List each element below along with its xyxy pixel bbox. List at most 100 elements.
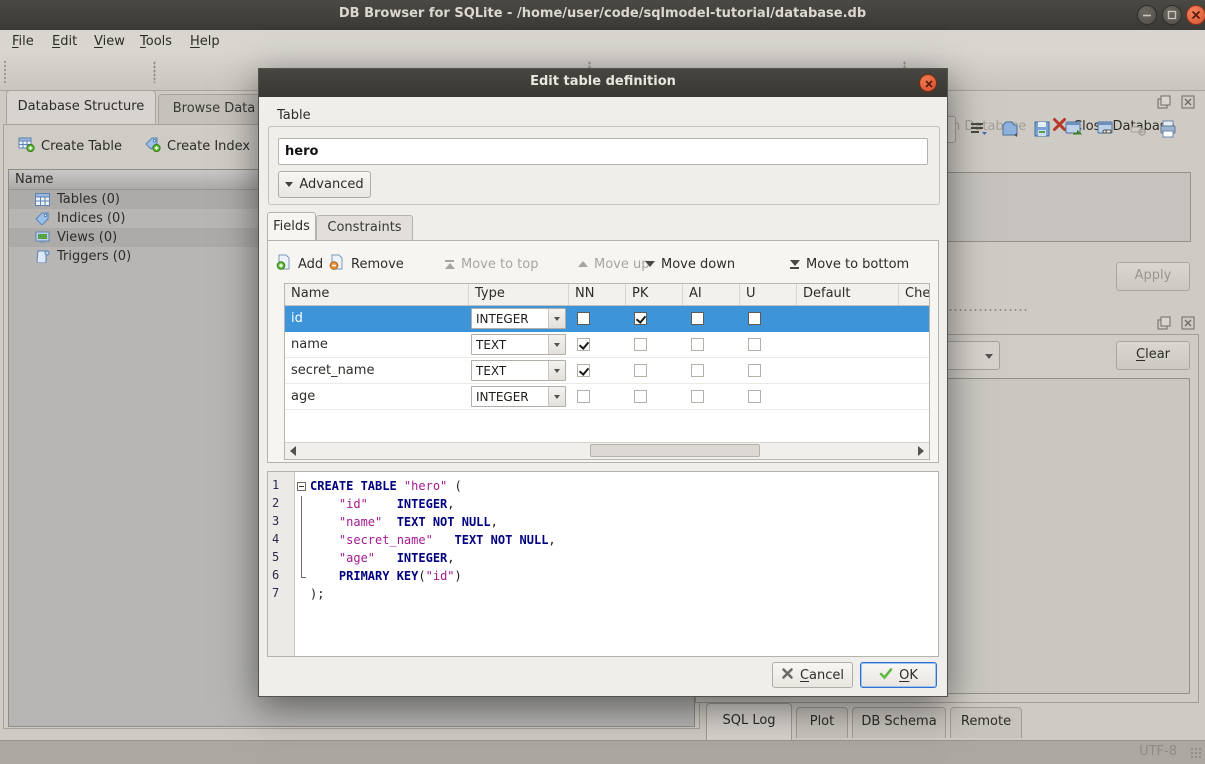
scroll-right-icon[interactable] — [918, 446, 924, 456]
ai-checkbox[interactable] — [691, 338, 704, 351]
table-name-input[interactable] — [278, 138, 928, 165]
dock-float-icon[interactable] — [1157, 316, 1171, 330]
pk-checkbox[interactable] — [634, 390, 647, 403]
ai-checkbox[interactable] — [691, 312, 704, 325]
fold-collapse-icon[interactable] — [297, 482, 306, 491]
export-icon[interactable] — [1064, 119, 1084, 139]
default-cell[interactable] — [797, 306, 899, 331]
chevron-down-icon[interactable] — [548, 309, 565, 328]
tab-constraints[interactable]: Constraints — [316, 215, 413, 241]
field-name-cell[interactable]: name — [285, 332, 469, 357]
check-cell[interactable] — [899, 358, 930, 383]
field-row-secret_name[interactable]: secret_nameTEXT — [285, 358, 929, 384]
horizontal-scrollbar[interactable] — [285, 442, 929, 459]
bottom-tab-db-schema[interactable]: DB Schema — [852, 707, 946, 738]
pk-checkbox[interactable] — [634, 312, 647, 325]
bottom-tab-sql-log[interactable]: SQL Log — [706, 703, 792, 740]
add-field-button[interactable]: Add — [276, 251, 323, 277]
u-checkbox[interactable] — [748, 338, 761, 351]
menu-help[interactable]: Help — [186, 33, 224, 50]
column-header-ai[interactable]: AI — [683, 284, 740, 305]
null-icon[interactable] — [1128, 119, 1148, 139]
cancel-button[interactable]: Cancel — [772, 662, 853, 688]
bottom-tab-remote[interactable]: Remote — [950, 707, 1022, 738]
move-to-bottom-button[interactable]: Move to bottom — [789, 251, 909, 277]
bottom-tab-plot[interactable]: Plot — [796, 707, 848, 738]
column-header-nn[interactable]: NN — [569, 284, 626, 305]
dock-close-icon[interactable] — [1181, 95, 1195, 109]
column-header-type[interactable]: Type — [469, 284, 569, 305]
dock-splitter-handle[interactable] — [948, 308, 1028, 312]
tab-fields[interactable]: Fields — [267, 212, 316, 241]
type-combobox[interactable]: INTEGER — [471, 308, 566, 329]
print-icon[interactable] — [1158, 119, 1178, 139]
tab-database-structure[interactable]: Database Structure — [6, 90, 156, 124]
check-cell[interactable] — [899, 332, 930, 357]
nn-checkbox[interactable] — [577, 364, 590, 377]
field-name-cell[interactable]: secret_name — [285, 358, 469, 383]
menu-edit[interactable]: Edit — [48, 33, 81, 50]
toolbar-drag-handle[interactable] — [3, 60, 8, 84]
menu-tools[interactable]: Tools — [136, 33, 176, 50]
save-icon[interactable] — [1032, 119, 1052, 139]
link-icon[interactable] — [1096, 119, 1116, 139]
column-header-default[interactable]: Default — [797, 284, 899, 305]
apply-button[interactable]: Apply — [1116, 262, 1190, 291]
field-row-age[interactable]: ageINTEGER — [285, 384, 929, 410]
field-row-name[interactable]: nameTEXT — [285, 332, 929, 358]
move-to-top-button[interactable]: Move to top — [444, 251, 538, 277]
move-up-button[interactable]: Move up — [577, 251, 650, 277]
scroll-left-icon[interactable] — [290, 446, 296, 456]
check-cell[interactable] — [899, 384, 930, 409]
advanced-button[interactable]: Advanced — [278, 171, 371, 198]
sql-preview-editor[interactable]: 1CREATE TABLE "hero" (2 "id" INTEGER,3 "… — [267, 471, 939, 657]
minimize-icon[interactable] — [1137, 5, 1157, 25]
pk-checkbox[interactable] — [634, 338, 647, 351]
column-header-u[interactable]: U — [740, 284, 797, 305]
field-name-cell[interactable]: age — [285, 384, 469, 409]
default-cell[interactable] — [797, 358, 899, 383]
dock-close-icon[interactable] — [1181, 316, 1195, 330]
nn-checkbox[interactable] — [577, 390, 590, 403]
dialog-close-icon[interactable] — [919, 74, 937, 92]
dialog-titlebar[interactable]: Edit table definition — [259, 69, 947, 97]
import-icon[interactable] — [1000, 119, 1020, 139]
menu-view[interactable]: View — [90, 33, 129, 50]
field-row-id[interactable]: idINTEGER — [285, 306, 929, 332]
chevron-down-icon[interactable] — [548, 335, 565, 354]
nn-checkbox[interactable] — [577, 312, 590, 325]
column-header-check[interactable]: Check — [899, 284, 930, 305]
default-cell[interactable] — [797, 384, 899, 409]
maximize-icon[interactable] — [1162, 5, 1182, 25]
ai-checkbox[interactable] — [691, 364, 704, 377]
create-index-button[interactable]: Create Index — [144, 133, 250, 159]
default-cell[interactable] — [797, 332, 899, 357]
type-combobox[interactable]: TEXT — [471, 360, 566, 381]
dock-float-icon[interactable] — [1157, 95, 1171, 109]
menu-file[interactable]: File — [8, 33, 38, 50]
check-cell[interactable] — [899, 306, 930, 331]
resize-grip[interactable] — [1190, 747, 1202, 759]
word-wrap-icon[interactable] — [969, 119, 989, 139]
ok-button[interactable]: OK — [860, 662, 937, 688]
create-table-button[interactable]: Create Table — [18, 133, 122, 159]
type-combobox[interactable]: TEXT — [471, 334, 566, 355]
column-header-name[interactable]: Name — [285, 284, 469, 305]
ai-checkbox[interactable] — [691, 390, 704, 403]
pk-checkbox[interactable] — [634, 364, 647, 377]
u-checkbox[interactable] — [748, 390, 761, 403]
remove-field-button[interactable]: Remove — [329, 251, 404, 277]
scrollbar-thumb[interactable] — [590, 444, 760, 457]
clear-button[interactable]: Clear — [1116, 341, 1190, 370]
column-header-pk[interactable]: PK — [626, 284, 683, 305]
field-name-cell[interactable]: id — [285, 306, 469, 331]
tab-browse-data[interactable]: Browse Data — [158, 94, 270, 124]
chevron-down-icon[interactable] — [548, 361, 565, 380]
u-checkbox[interactable] — [748, 364, 761, 377]
nn-checkbox[interactable] — [577, 338, 590, 351]
chevron-down-icon[interactable] — [548, 387, 565, 406]
move-down-button[interactable]: Move down — [644, 251, 735, 277]
close-icon[interactable] — [1186, 5, 1205, 25]
u-checkbox[interactable] — [748, 312, 761, 325]
type-combobox[interactable]: INTEGER — [471, 386, 566, 407]
